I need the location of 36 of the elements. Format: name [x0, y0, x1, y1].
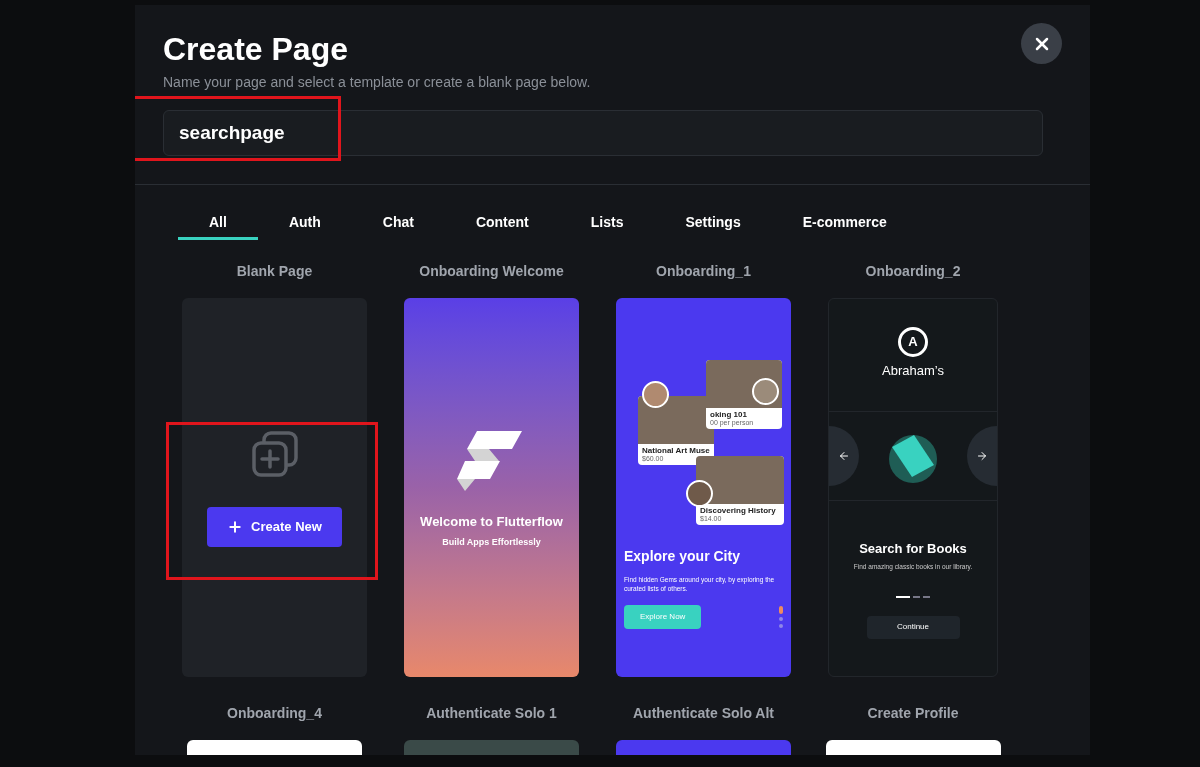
- card-title: Explore your City: [624, 547, 741, 566]
- dialog-subtitle: Name your page and select a template or create a blank page below.: [163, 73, 591, 92]
- template-card[interactable]: Welcome to Flutterflow Build Apps Effortlessly: [404, 298, 579, 677]
- brand-name: Abraham’s: [882, 362, 944, 380]
- arrow-right-icon: [976, 449, 988, 462]
- place-title: oking 101: [710, 410, 748, 419]
- close-button[interactable]: [1021, 23, 1062, 64]
- category-tab[interactable]: Settings: [654, 207, 772, 240]
- continue-button: Continue: [866, 615, 960, 639]
- dialog-title: Create Page: [163, 30, 348, 68]
- card-title: Search for Books: [859, 539, 967, 558]
- card-title: Welcome to Flutterflow: [420, 513, 563, 531]
- logo-icon: A: [898, 327, 928, 357]
- create-new-button[interactable]: Create New: [207, 506, 342, 547]
- category-tab[interactable]: All: [178, 207, 258, 240]
- template-label: Onboarding Welcome: [419, 262, 564, 281]
- copy-plus-icon: [249, 428, 300, 479]
- place-title: Discovering History: [700, 506, 777, 515]
- template-label: Onboarding_4: [227, 704, 322, 723]
- template-label: Onboarding_2: [865, 262, 961, 281]
- category-tab[interactable]: Lists: [559, 207, 655, 240]
- place-title: National Art Muse: [642, 446, 710, 455]
- template-label: Create Profile: [867, 704, 959, 723]
- template-card[interactable]: Create New: [182, 298, 367, 677]
- category-tab[interactable]: Chat: [351, 207, 445, 240]
- explore-now-button: Explore Now: [624, 605, 702, 629]
- template-label: Blank Page: [236, 262, 313, 281]
- page-name-field[interactable]: searchpage: [163, 110, 1043, 156]
- card-subtitle: Build Apps Effortlessly: [442, 535, 541, 549]
- template-label: Onboarding_1: [656, 262, 751, 281]
- category-tab[interactable]: Auth: [257, 207, 352, 240]
- category-tab[interactable]: E-commerce: [771, 207, 918, 240]
- template-label: Authenticate Solo Alt: [632, 704, 774, 723]
- arrow-left-icon: [838, 449, 850, 462]
- template-label: Authenticate Solo 1: [426, 704, 557, 723]
- category-tab[interactable]: Content: [444, 207, 560, 240]
